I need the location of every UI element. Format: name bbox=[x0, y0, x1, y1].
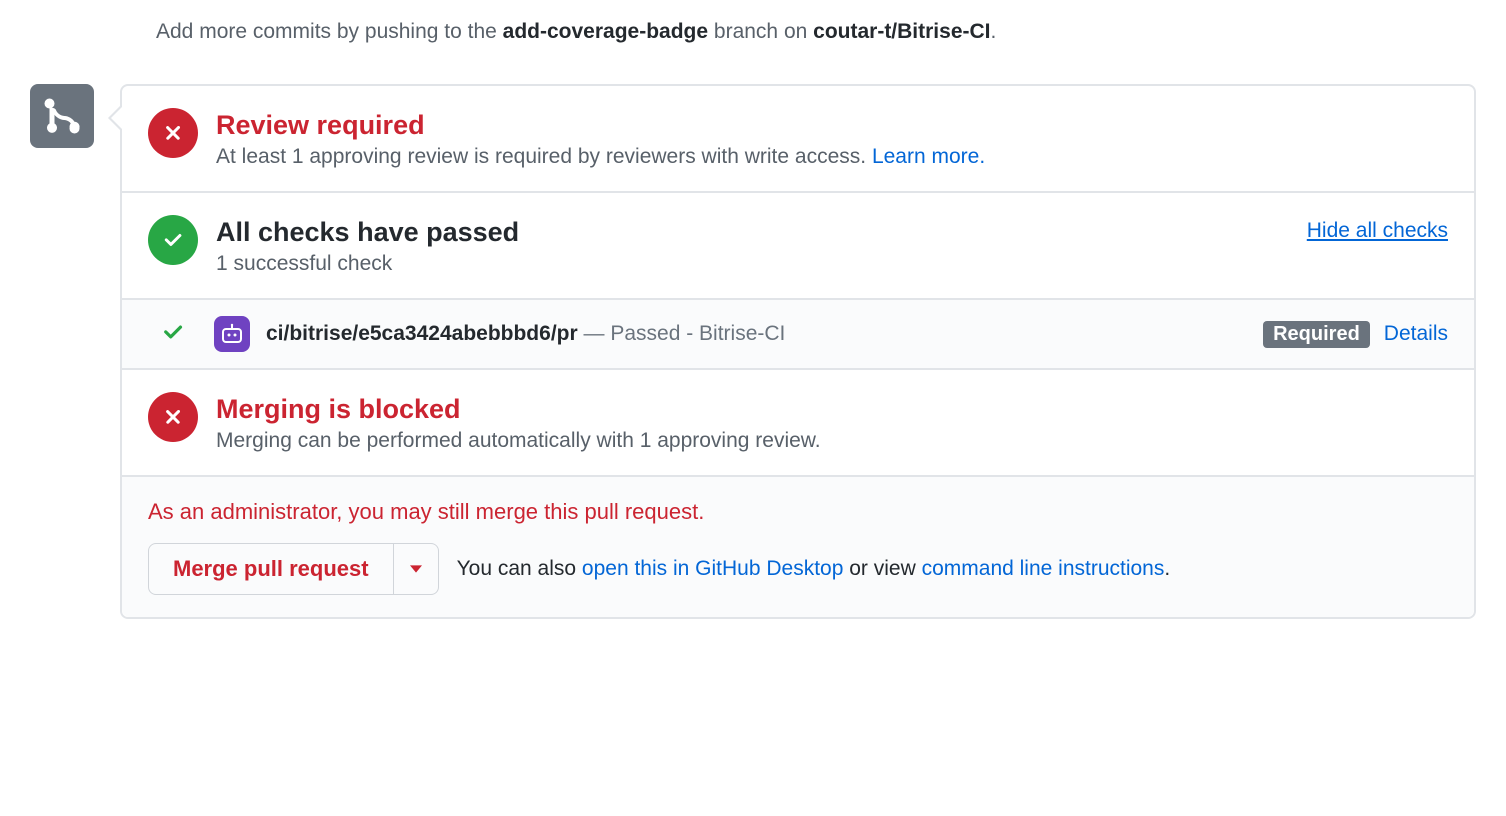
x-icon bbox=[161, 121, 185, 145]
check-sep: — bbox=[578, 322, 611, 345]
merge-blocked-section: Merging is blocked Merging can be perfor… bbox=[122, 370, 1474, 477]
robot-icon bbox=[220, 322, 244, 346]
merge-dropdown-button[interactable] bbox=[394, 543, 439, 595]
review-title: Review required bbox=[216, 108, 1448, 143]
open-github-desktop-link[interactable]: open this in GitHub Desktop bbox=[582, 557, 843, 580]
blocked-subtitle: Merging can be performed automatically w… bbox=[216, 429, 1448, 453]
merge-button-group: Merge pull request bbox=[148, 543, 439, 595]
command-line-instructions-link[interactable]: command line instructions bbox=[922, 557, 1165, 580]
check-details-link[interactable]: Details bbox=[1384, 322, 1448, 346]
merge-timeline-badge bbox=[30, 84, 94, 148]
hint-suffix: . bbox=[991, 20, 997, 43]
checks-status-icon bbox=[148, 215, 198, 265]
admin-override-note: As an administrator, you may still merge… bbox=[148, 499, 1448, 525]
bitrise-app-icon bbox=[214, 316, 250, 352]
repo-name: coutar-t/Bitrise-CI bbox=[813, 20, 990, 43]
hint-middle: branch on bbox=[708, 20, 813, 43]
learn-more-link[interactable]: Learn more. bbox=[872, 145, 985, 168]
git-merge-icon bbox=[42, 96, 82, 136]
merge-pull-request-button[interactable]: Merge pull request bbox=[148, 543, 394, 595]
blocked-title: Merging is blocked bbox=[216, 392, 1448, 427]
push-hint: Add more commits by pushing to the add-c… bbox=[156, 20, 1476, 44]
checks-title: All checks have passed bbox=[216, 215, 1289, 250]
required-badge: Required bbox=[1263, 321, 1370, 348]
caret-down-icon bbox=[410, 563, 422, 575]
merge-footer: As an administrator, you may still merge… bbox=[122, 477, 1474, 617]
footer-hint: You can also open this in GitHub Desktop… bbox=[457, 557, 1171, 581]
check-icon bbox=[161, 228, 185, 252]
check-row: ci/bitrise/e5ca3424abebbbd6/pr — Passed … bbox=[122, 300, 1474, 370]
blocked-status-icon bbox=[148, 392, 198, 442]
checks-subtitle: 1 successful check bbox=[216, 252, 1289, 276]
check-status: Passed - Bitrise-CI bbox=[610, 322, 785, 345]
review-subtitle: At least 1 approving review is required … bbox=[216, 145, 1448, 169]
check-pass-icon bbox=[148, 319, 198, 350]
merge-status-panel: Review required At least 1 approving rev… bbox=[120, 84, 1476, 619]
hint-prefix: Add more commits by pushing to the bbox=[156, 20, 503, 43]
review-required-section: Review required At least 1 approving rev… bbox=[122, 86, 1474, 193]
check-name: ci/bitrise/e5ca3424abebbbd6/pr bbox=[266, 322, 578, 345]
review-status-icon bbox=[148, 108, 198, 158]
branch-name: add-coverage-badge bbox=[503, 20, 708, 43]
checks-summary-section: All checks have passed 1 successful chec… bbox=[122, 193, 1474, 300]
x-icon bbox=[161, 405, 185, 429]
hide-all-checks-link[interactable]: Hide all checks bbox=[1307, 219, 1448, 243]
check-text: ci/bitrise/e5ca3424abebbbd6/pr — Passed … bbox=[266, 322, 1247, 346]
